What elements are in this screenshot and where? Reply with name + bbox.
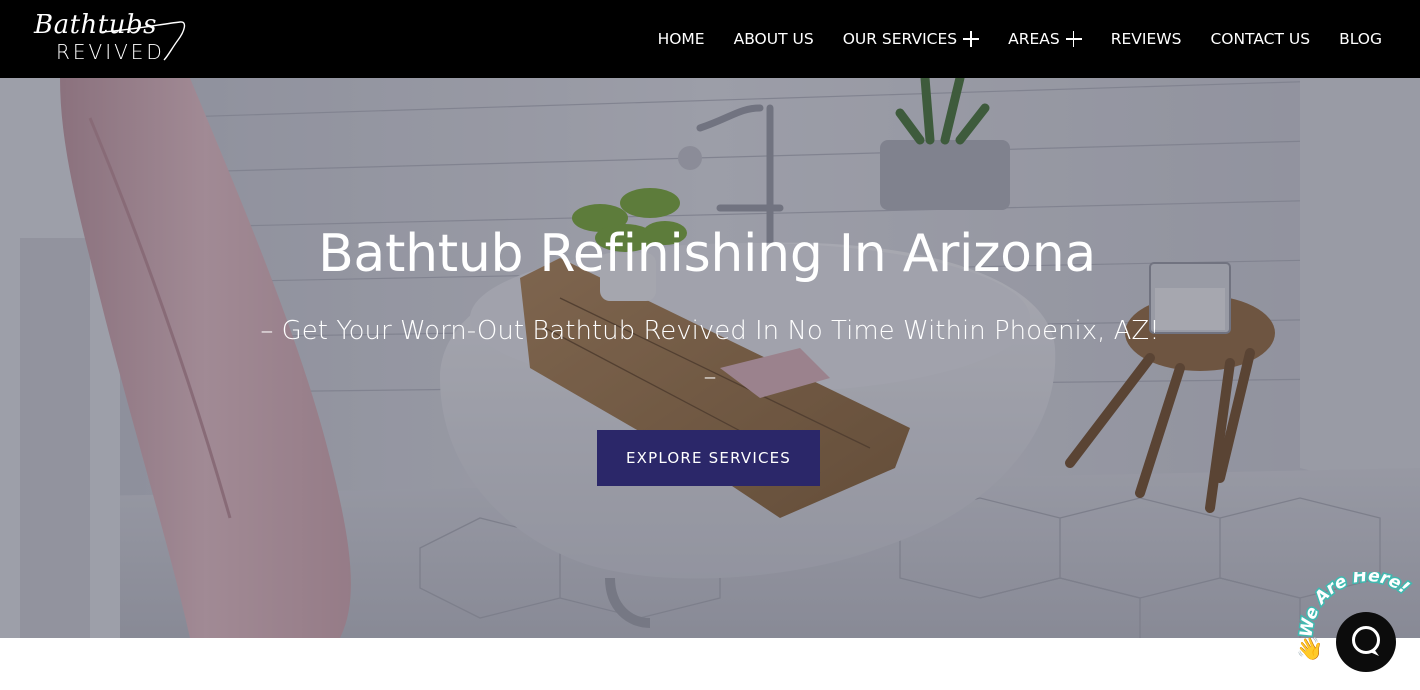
expand-plus-icon[interactable] xyxy=(963,31,980,47)
nav-areas[interactable]: AREAS xyxy=(1008,30,1082,48)
nav-home-label: HOME xyxy=(657,30,705,48)
site-logo[interactable]: Bathtubs REVIVED xyxy=(32,10,192,66)
nav-our-services[interactable]: OUR SERVICES xyxy=(842,30,980,48)
logo-caps-text: REVIVED xyxy=(56,40,165,64)
nav-reviews-label: REVIEWS xyxy=(1110,30,1182,48)
nav-about-us[interactable]: ABOUT US xyxy=(734,30,814,48)
waving-hand-icon: 👋 xyxy=(1296,636,1324,661)
logo-script-text: Bathtubs xyxy=(34,10,157,40)
chat-bubble-icon xyxy=(1352,626,1380,656)
nav-reviews[interactable]: REVIEWS xyxy=(1111,30,1182,48)
expand-plus-icon[interactable] xyxy=(1065,31,1082,47)
site-header: Bathtubs REVIVED HOME ABOUT US OUR SERVI… xyxy=(0,0,1420,78)
main-nav: HOME ABOUT US OUR SERVICES AREAS REVIEWS… xyxy=(658,0,1382,78)
chat-open-button[interactable] xyxy=(1336,612,1396,672)
nav-home[interactable]: HOME xyxy=(658,30,705,48)
nav-contact-us[interactable]: CONTACT US xyxy=(1210,30,1310,48)
hero-section: Bathtub Refinishing In Arizona – Get You… xyxy=(0,78,1420,638)
nav-about-us-label: ABOUT US xyxy=(733,30,814,48)
explore-services-button[interactable]: EXPLORE SERVICES xyxy=(597,430,820,486)
chat-widget[interactable]: We Are Here! 👋 xyxy=(1290,572,1420,682)
nav-blog[interactable]: BLOG xyxy=(1339,30,1382,48)
nav-contact-us-label: CONTACT US xyxy=(1210,30,1311,48)
nav-our-services-label: OUR SERVICES xyxy=(842,30,958,48)
hero-title: Bathtub Refinishing In Arizona xyxy=(318,224,1096,284)
nav-blog-label: BLOG xyxy=(1339,30,1382,48)
nav-areas-label: AREAS xyxy=(1008,30,1060,48)
hero-subtitle: – Get Your Worn-Out Bathtub Revived In N… xyxy=(260,316,1160,392)
